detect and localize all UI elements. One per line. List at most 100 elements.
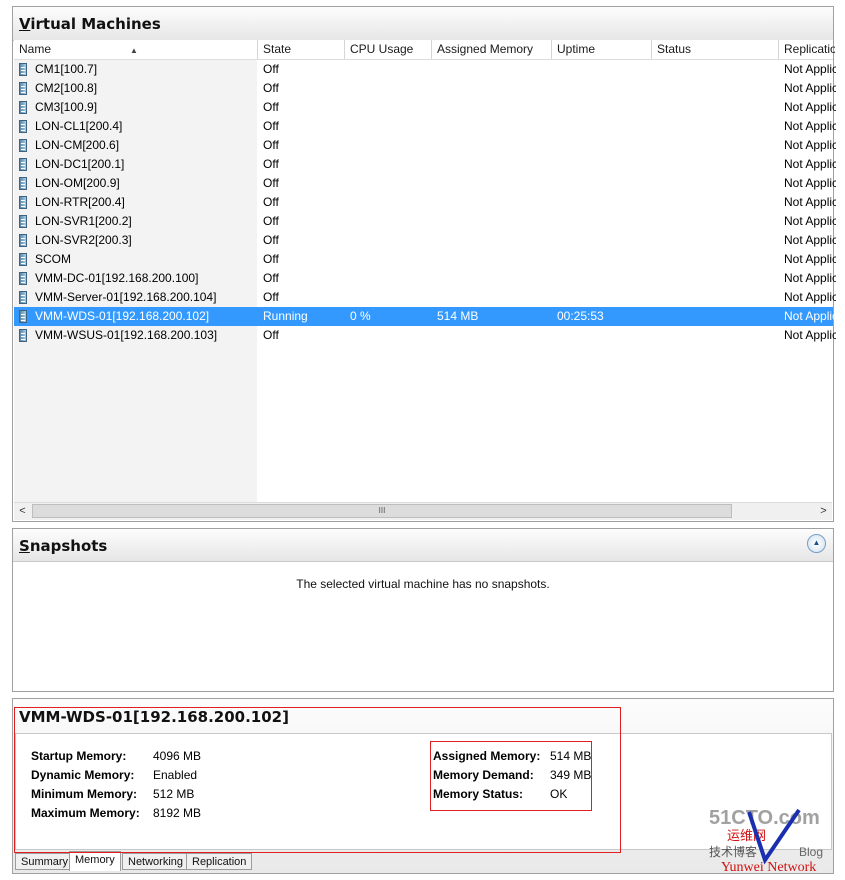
- vm-mem: 514 MB: [437, 309, 479, 323]
- vm-state: Off: [263, 290, 279, 304]
- column-header-cpu-usage[interactable]: CPU Usage: [345, 40, 432, 59]
- detail-value: OK: [550, 787, 568, 801]
- virtual-machine-icon: [19, 139, 27, 152]
- detail-startup-memory: Startup Memory: 4096 MB: [31, 749, 201, 763]
- vm-name: VMM-DC-01[192.168.200.100]: [35, 271, 199, 285]
- tab-replication[interactable]: Replication: [186, 853, 253, 870]
- tab-networking[interactable]: Networking: [122, 853, 190, 870]
- column-header-assigned-memory[interactable]: Assigned Memory: [432, 40, 552, 59]
- vm-mem: [437, 155, 552, 174]
- vm-row[interactable]: LON-OM[200.9] Off Not Applicable: [14, 174, 836, 193]
- detail-label: Minimum Memory:: [31, 787, 138, 801]
- column-header-status[interactable]: Status: [652, 40, 779, 59]
- vm-status: [657, 79, 779, 98]
- vm-state: Off: [263, 157, 279, 171]
- vm-state: Off: [263, 252, 279, 266]
- vm-state: Off: [263, 271, 279, 285]
- tab-summary[interactable]: Summary: [15, 853, 75, 870]
- details-vm-title: VMM-WDS-01[192.168.200.102]: [19, 708, 289, 726]
- vm-cpu: [350, 117, 432, 136]
- vm-cpu: [350, 136, 432, 155]
- vm-repl: Not Applicable: [784, 62, 836, 76]
- vm-uptime: [557, 288, 652, 307]
- collapse-icon[interactable]: ▲: [807, 534, 826, 553]
- vm-repl: Not Applicable: [784, 290, 836, 304]
- vm-cpu: [350, 231, 432, 250]
- vm-uptime: [557, 117, 652, 136]
- vm-repl: Not Applicable: [784, 81, 836, 95]
- virtual-machine-icon: [19, 158, 27, 171]
- vm-row[interactable]: LON-SVR2[200.3] Off Not Applicable: [14, 231, 836, 250]
- column-header-state[interactable]: State: [258, 40, 345, 59]
- virtual-machine-icon: [19, 120, 27, 133]
- vm-state: Off: [263, 81, 279, 95]
- detail-value: 349 MB: [550, 768, 592, 782]
- detail-assigned-memory: Assigned Memory: 514 MB: [433, 749, 591, 763]
- sort-ascending-icon: ▲: [130, 46, 138, 55]
- scroll-right-icon[interactable]: >: [815, 503, 832, 519]
- vm-mem: [437, 326, 552, 345]
- column-header-uptime[interactable]: Uptime: [552, 40, 652, 59]
- vm-repl: Not Applicable: [784, 233, 836, 247]
- memory-details: Startup Memory: 4096 MB Dynamic Memory: …: [15, 733, 832, 850]
- column-header-name[interactable]: Name ▲: [14, 40, 258, 59]
- vm-row[interactable]: CM1[100.7] Off Not Applicable: [14, 60, 836, 79]
- vm-uptime: [557, 326, 652, 345]
- vm-status: [657, 288, 779, 307]
- vm-repl: Not Applicable: [784, 176, 836, 190]
- vm-state: Off: [263, 328, 279, 342]
- virtual-machine-icon: [19, 272, 27, 285]
- virtual-machine-icon: [19, 310, 27, 323]
- vm-mem: [437, 60, 552, 79]
- vm-row[interactable]: VMM-DC-01[192.168.200.100] Off Not Applica…: [14, 269, 836, 288]
- detail-value: 4096 MB: [153, 749, 202, 763]
- no-snapshots-message: The selected virtual machine has no snap…: [296, 577, 550, 591]
- vm-uptime: [557, 98, 652, 117]
- vm-uptime: [557, 136, 652, 155]
- vm-row[interactable]: VMM-Server-01[192.168.200.104] Off Not App…: [14, 288, 836, 307]
- vm-mem: [437, 117, 552, 136]
- vm-state: Off: [263, 176, 279, 190]
- detail-value: 8192 MB: [153, 806, 202, 820]
- vm-state: Off: [263, 195, 279, 209]
- vm-row[interactable]: LON-SVR1[200.2] Off Not Applicable: [14, 212, 836, 231]
- vm-status: [657, 136, 779, 155]
- vm-cpu: [350, 60, 432, 79]
- vm-row[interactable]: LON-DC1[200.1] Off Not Applicable: [14, 155, 836, 174]
- horizontal-scrollbar[interactable]: < III >: [14, 502, 832, 520]
- scroll-left-icon[interactable]: <: [14, 503, 31, 519]
- vm-mem: [437, 269, 552, 288]
- vm-cpu: [350, 269, 432, 288]
- virtual-machine-icon: [19, 291, 27, 304]
- vm-row[interactable]: VMM-WSUS-01[192.168.200.103] Off Not Appli…: [14, 326, 836, 345]
- detail-dynamic-memory: Dynamic Memory: Enabled: [31, 768, 197, 782]
- snapshots-header: Snapshots ▲: [13, 529, 833, 562]
- vm-mem: [437, 79, 552, 98]
- vm-repl: Not Applicable: [784, 252, 836, 266]
- virtual-machine-icon: [19, 234, 27, 247]
- vm-row[interactable]: LON-RTR[200.4] Off Not Applicable: [14, 193, 836, 212]
- vm-uptime: [557, 155, 652, 174]
- vm-cpu: [350, 212, 432, 231]
- virtual-machines-pane: Virtual Machines Name ▲ State CPU Usage A…: [12, 6, 836, 522]
- virtual-machine-icon: [19, 329, 27, 342]
- vm-row[interactable]: LON-CM[200.6] Off Not Applicable: [14, 136, 836, 155]
- vm-mem: [437, 212, 552, 231]
- vm-list: CM1[100.7] Off Not Applicable CM2[100.8] Off…: [14, 60, 836, 345]
- vm-row[interactable]: VMM-WDS-01[192.168.200.102] Running 0 % 514…: [14, 307, 836, 326]
- scrollbar-thumb[interactable]: III: [32, 504, 732, 518]
- vm-uptime: [557, 174, 652, 193]
- vm-repl: Not Applicable: [784, 138, 836, 152]
- vm-row[interactable]: CM3[100.9] Off Not Applicable: [14, 98, 836, 117]
- vm-uptime: [557, 212, 652, 231]
- vm-status: [657, 155, 779, 174]
- column-header-replication[interactable]: Replication: [779, 40, 835, 59]
- vm-row[interactable]: LON-CL1[200.4] Off Not Applicable: [14, 117, 836, 136]
- vm-name: VMM-WDS-01[192.168.200.102]: [35, 309, 210, 323]
- vm-name: CM2[100.8]: [35, 81, 98, 95]
- vm-row[interactable]: CM2[100.8] Off Not Applicable: [14, 79, 836, 98]
- vm-row[interactable]: SCOM Off Not Applicable: [14, 250, 836, 269]
- vm-name: LON-SVR1[200.2]: [35, 214, 132, 228]
- tab-memory[interactable]: Memory: [69, 851, 121, 871]
- vm-mem: [437, 288, 552, 307]
